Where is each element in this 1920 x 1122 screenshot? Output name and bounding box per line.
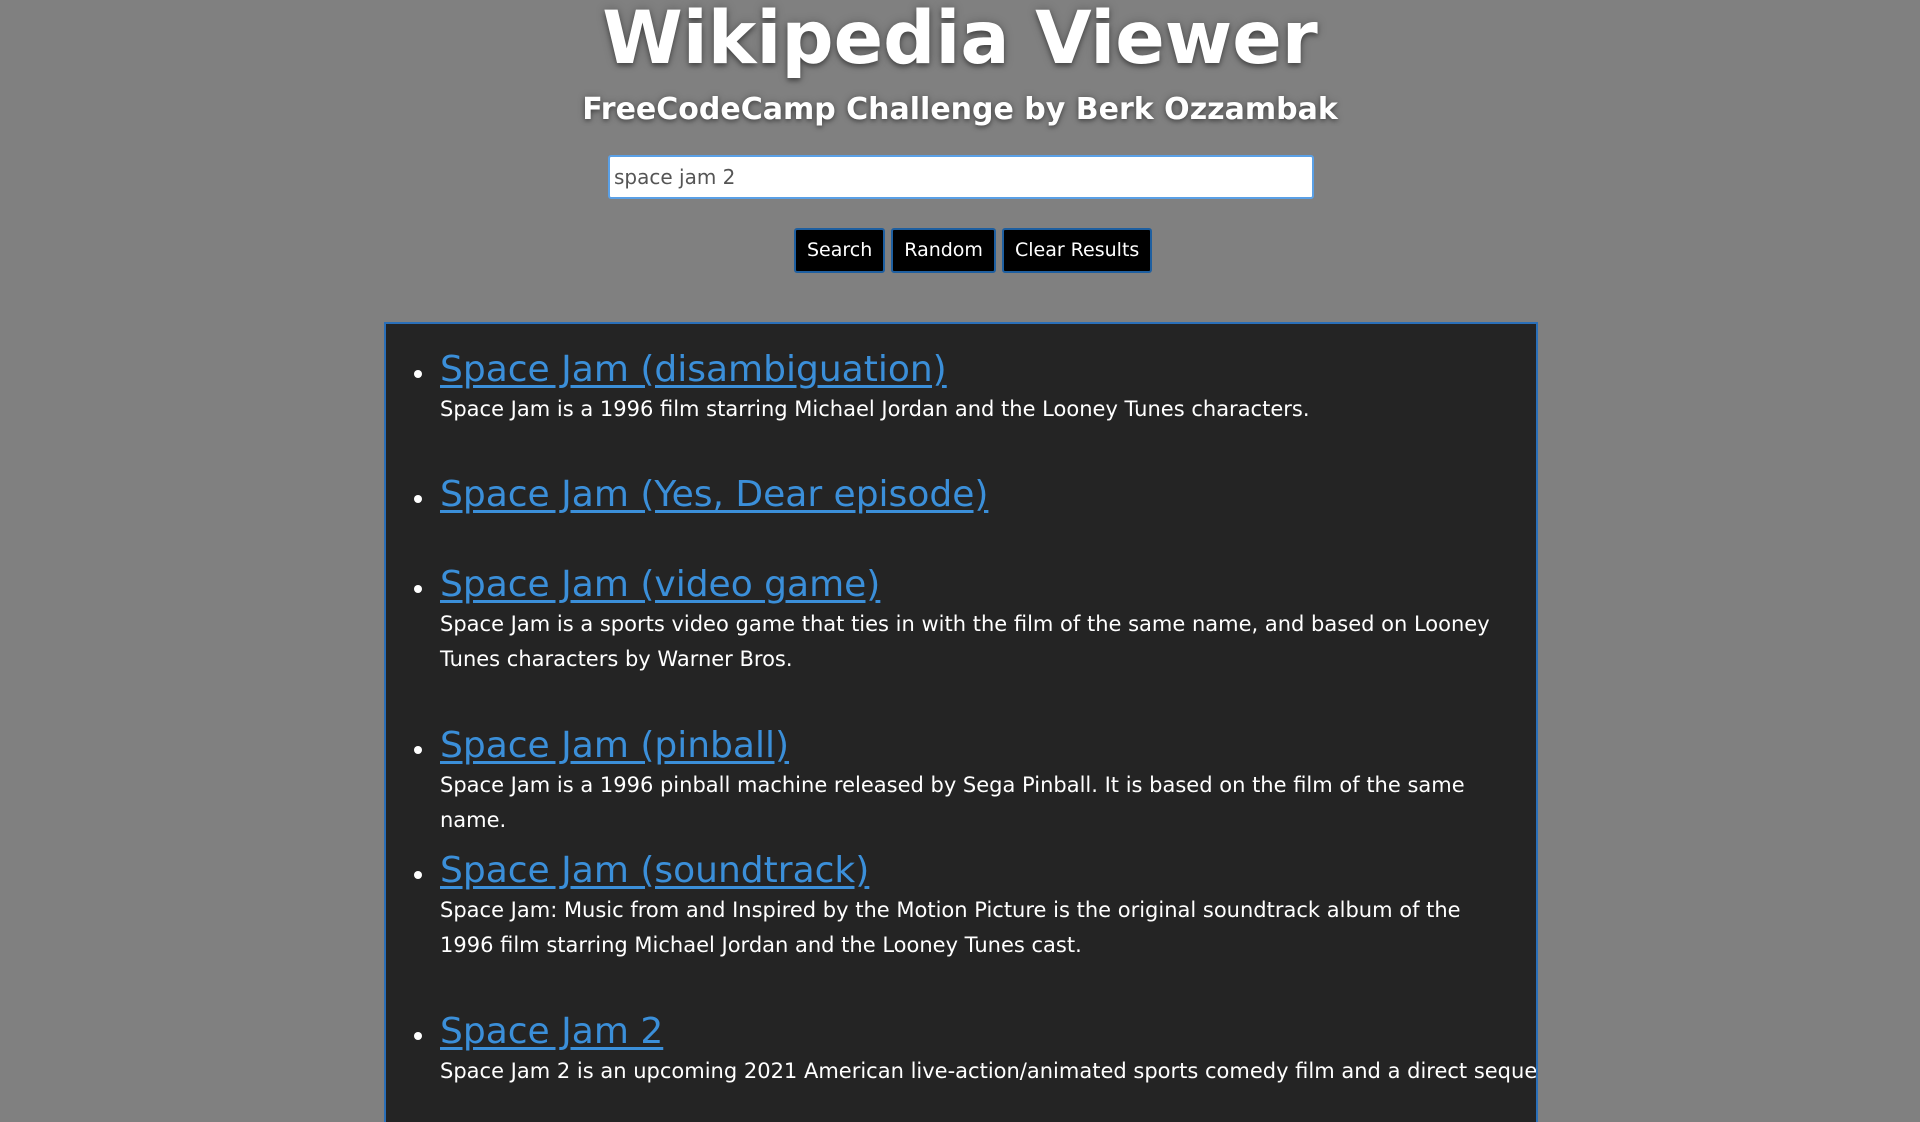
result-description: Space Jam is a sports video game that ti… — [440, 612, 1490, 671]
result-item: Space Jam 2 Space Jam 2 is an upcoming 2… — [414, 1010, 1538, 1089]
result-link[interactable]: Space Jam (disambiguation) — [440, 348, 947, 392]
result-link[interactable]: Space Jam 2 — [440, 1010, 663, 1054]
random-button[interactable]: Random — [891, 228, 996, 273]
page-title: Wikipedia Viewer — [602, 0, 1318, 81]
result-link[interactable]: Space Jam (soundtrack) — [440, 849, 869, 893]
search-button[interactable]: Search — [794, 228, 886, 273]
bullet-icon — [414, 370, 422, 378]
result-link[interactable]: Space Jam (video game) — [440, 563, 880, 607]
result-item: Space Jam (pinball) Space Jam is a 1996 … — [414, 724, 1506, 838]
result-description: Space Jam is a 1996 film starring Michae… — [440, 397, 1310, 421]
result-link[interactable]: Space Jam (Yes, Dear episode) — [440, 473, 988, 517]
bullet-icon — [414, 585, 422, 593]
page-subtitle: FreeCodeCamp Challenge by Berk Ozzambak — [582, 92, 1338, 127]
result-description: Space Jam is a 1996 pinball machine rele… — [440, 773, 1465, 832]
result-item: Space Jam (video game) Space Jam is a sp… — [414, 563, 1506, 677]
clear-results-button[interactable]: Clear Results — [1001, 228, 1153, 273]
results-panel: Space Jam (disambiguation) Space Jam is … — [384, 322, 1538, 1122]
bullet-icon — [414, 871, 422, 879]
result-item: Space Jam (Yes, Dear episode) — [414, 473, 1506, 517]
result-link[interactable]: Space Jam (pinball) — [440, 724, 789, 768]
bullet-icon — [414, 495, 422, 503]
search-input[interactable] — [608, 155, 1314, 199]
result-description: Space Jam: Music from and Inspired by th… — [440, 898, 1461, 957]
result-description: Space Jam 2 is an upcoming 2021 American… — [440, 1059, 1538, 1083]
bullet-icon — [414, 1032, 422, 1040]
button-row: Search Random Clear Results — [794, 228, 1153, 273]
result-item: Space Jam (soundtrack) Space Jam: Music … — [414, 849, 1506, 963]
bullet-icon — [414, 746, 422, 754]
result-item: Space Jam (disambiguation) Space Jam is … — [414, 348, 1506, 427]
